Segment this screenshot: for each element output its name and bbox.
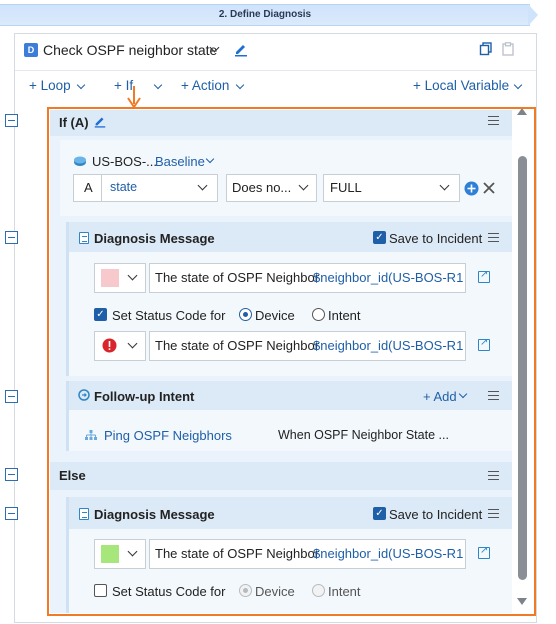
paste-icon <box>502 42 514 56</box>
drop-target-highlight <box>47 107 536 616</box>
add-action-button[interactable]: + Action <box>181 78 229 93</box>
add-loop-button[interactable]: + Loop <box>29 78 71 93</box>
collapse-diagnosis2-icon[interactable] <box>5 507 18 520</box>
collapse-followup-icon[interactable] <box>5 390 18 403</box>
step-bar: 2. Define Diagnosis <box>0 4 530 26</box>
step-label: 2. Define Diagnosis <box>218 9 312 20</box>
edit-pencil-icon[interactable] <box>233 41 249 57</box>
step-bar-arrow <box>528 4 538 26</box>
diagnosis-badge-icon: D <box>24 43 38 57</box>
diagnosis-title[interactable]: Check OSPF neighbor state <box>43 42 217 58</box>
collapse-diagnosis1-icon[interactable] <box>5 231 18 244</box>
collapse-else-icon[interactable] <box>5 468 18 481</box>
add-local-variable-button[interactable]: + Local Variable <box>413 78 509 93</box>
copy-icon[interactable] <box>479 42 493 56</box>
collapse-if-icon[interactable] <box>5 114 18 127</box>
